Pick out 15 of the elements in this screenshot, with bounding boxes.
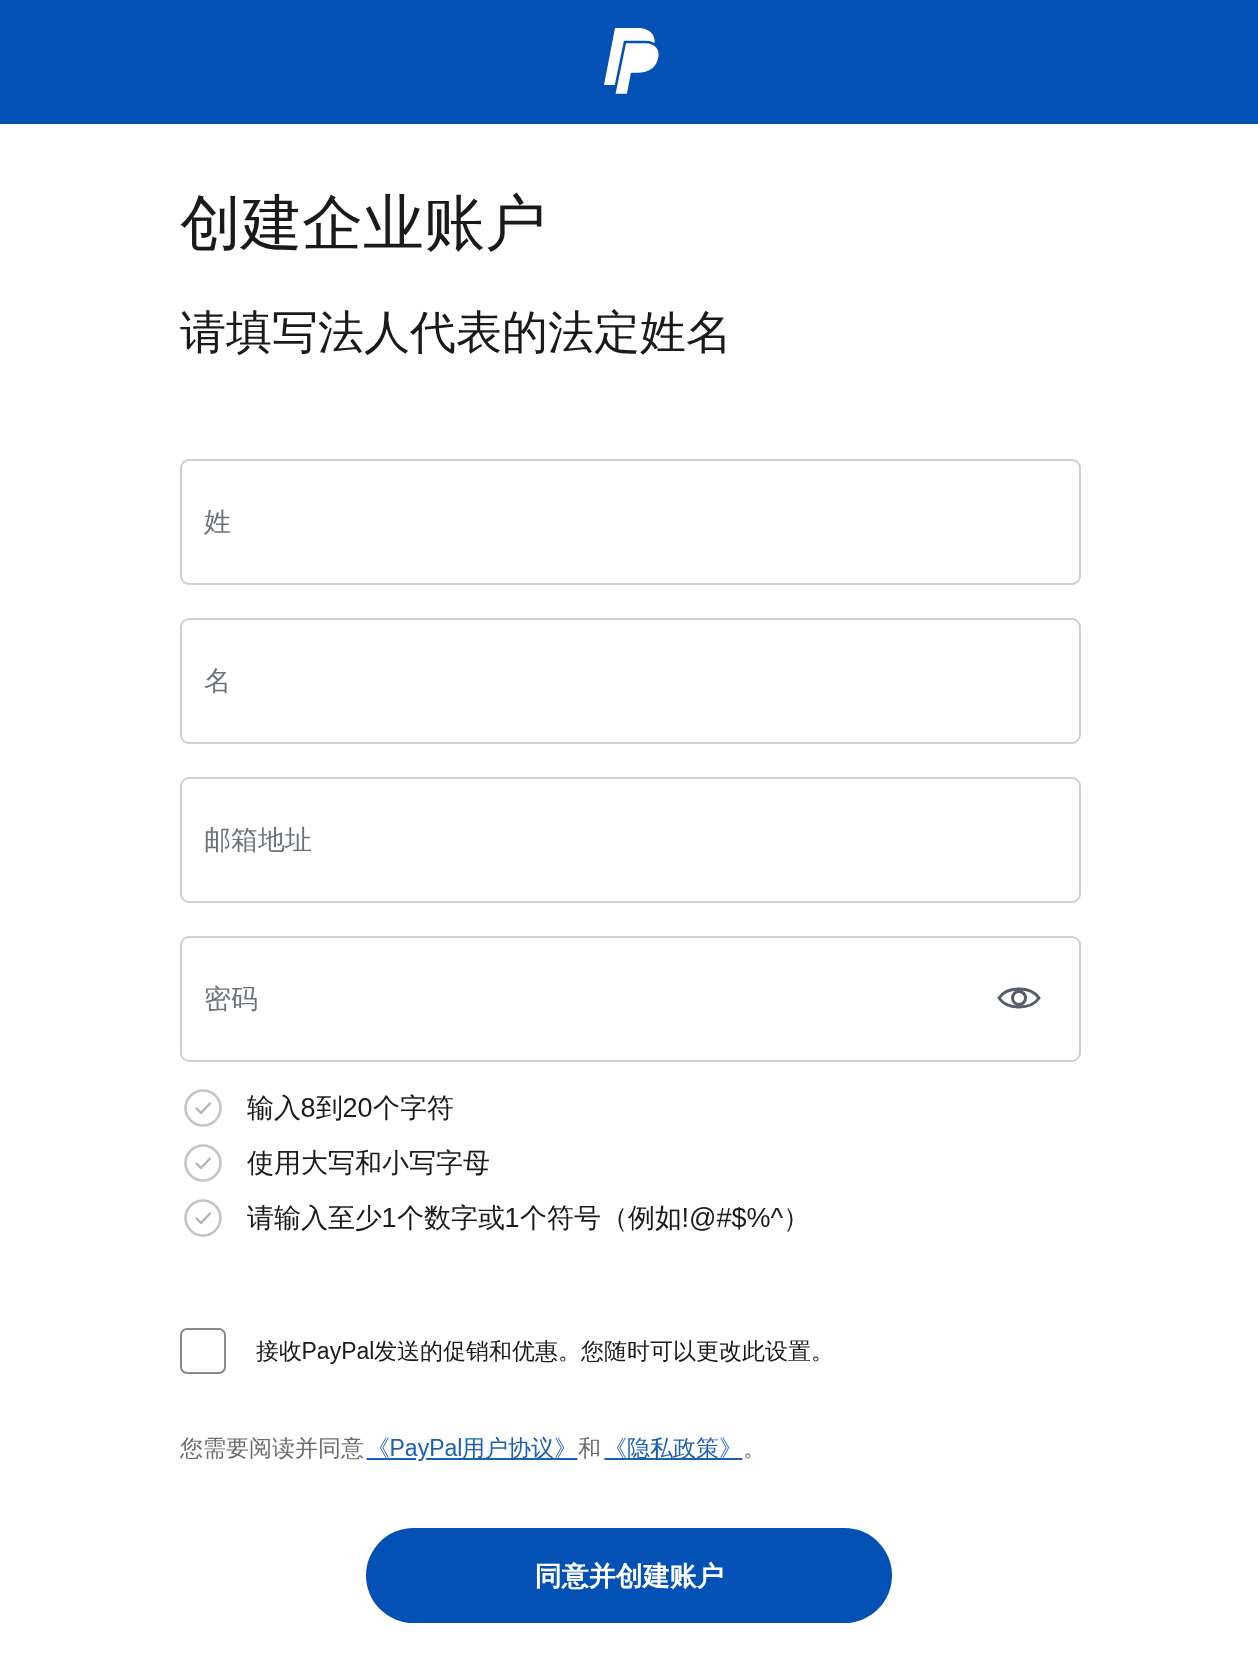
password-field[interactable]: 密码 (179, 936, 1081, 1062)
document-link[interactable]: 《PayPal用户协议》 (363, 1435, 579, 1461)
input-field[interactable]: 名 (179, 618, 1081, 744)
page-subtitle: 请填写法人代表的法定姓名 (179, 305, 733, 360)
checkbox-label: 接收PayPal发送的促销和优惠。您随时可以更改此设置。 (255, 1336, 835, 1366)
requirement-text: 输入8到20个字符 (246, 1091, 454, 1125)
input-field[interactable]: 姓 (179, 459, 1081, 585)
document-link[interactable]: 《隐私政策》 (601, 1435, 744, 1461)
input-field[interactable]: 邮箱地址 (179, 777, 1081, 903)
requirement-text: 使用大写和小写字母 (246, 1146, 490, 1180)
checkbox[interactable] (179, 1328, 226, 1374)
page-title: 创建企业账户 (179, 188, 547, 259)
consent-text: 您需要阅读并同意《PayPal用户协议》和《隐私政策》。 (179, 1434, 768, 1463)
submit-button[interactable]: 同意并创建账户 (366, 1528, 892, 1623)
requirement-text: 请输入至少1个数字或1个符号（例如!@#$%^） (246, 1201, 811, 1235)
